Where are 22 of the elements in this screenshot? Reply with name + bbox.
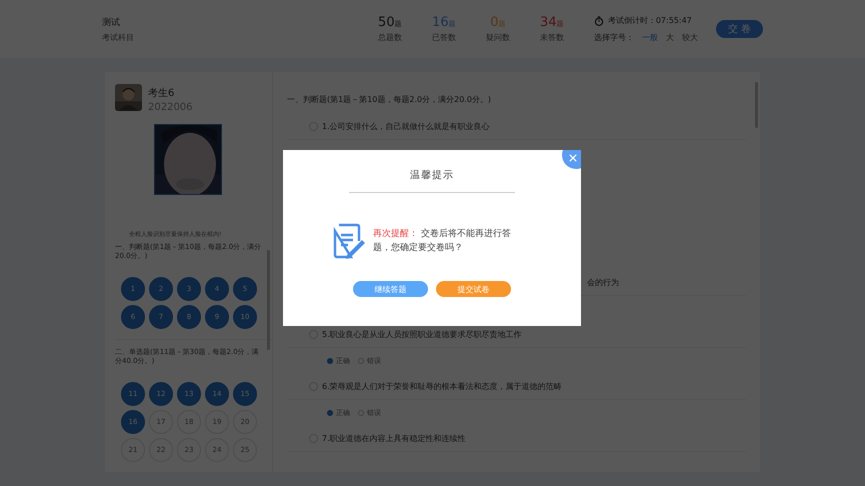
font-size-option[interactable]: 大 — [666, 32, 674, 43]
question-text: 6.荣辱观是人们对于荣誉和耻辱的根本看法和态度，属于道德的范畴 — [322, 381, 562, 392]
font-size-label: 选择字号： — [594, 32, 634, 43]
stat-label: 已答数 — [432, 32, 456, 43]
dialog-message: 再次提醒： 交卷后将不能再进行答题，您确定要交卷吗？ — [373, 228, 512, 255]
submit-paper-button[interactable]: 提交试卷 — [436, 281, 511, 297]
stat-label: 总题数 — [378, 32, 402, 43]
candidate-name: 考生6 — [148, 86, 176, 100]
document-pen-icon — [331, 223, 365, 259]
question-text: 5.职业良心是从业人员按照职业道德要求尽职尽责地工作 — [322, 329, 522, 340]
stopwatch-icon — [594, 16, 604, 26]
question-text: 1.公司安排什么，自己就做什么就是有职业良心 — [322, 121, 490, 132]
continue-button[interactable]: 继续答题 — [353, 281, 428, 297]
question-text: 7.职业道德在内容上具有稳定性和连续性 — [322, 433, 466, 444]
stat-label: 疑问数 — [486, 32, 510, 43]
submit-button[interactable]: 交 卷 — [716, 20, 763, 38]
stat-label: 未答数 — [540, 32, 564, 43]
question-text: 会的行为 — [587, 277, 619, 288]
exam-title: 测试 — [102, 16, 121, 28]
font-size-option[interactable]: 较大 — [682, 32, 698, 43]
dialog-title: 温馨提示 — [410, 168, 454, 182]
countdown-timer: 考试倒计时：07:55:47 — [608, 15, 692, 26]
